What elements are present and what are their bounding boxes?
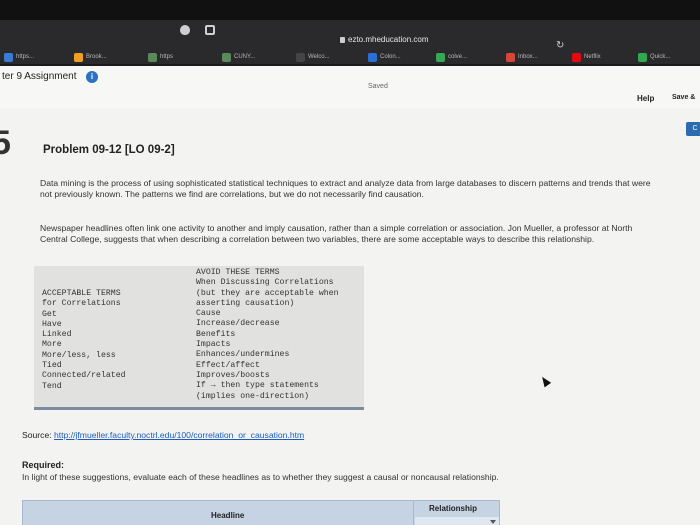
avoid-term: Improves/boosts	[196, 370, 270, 380]
source-label: Source:	[22, 430, 55, 440]
bookmark-label: Inbox...	[518, 54, 538, 60]
bookmark-label: colve...	[448, 54, 468, 60]
avoid-term: Impacts	[196, 340, 231, 350]
avoid-term: Benefits	[196, 329, 236, 339]
bookmark-label: Netflix	[584, 54, 601, 60]
bookmark-favicon-icon	[506, 52, 515, 62]
relationship-dropdown[interactable]	[415, 517, 499, 525]
context-paragraph: Newspaper headlines often link one activ…	[40, 223, 633, 244]
headline-column-header: Headline	[211, 511, 245, 520]
bookmark-favicon-icon	[296, 52, 305, 62]
avoid-term: Enhances/undermines	[196, 350, 290, 360]
side-button[interactable]: C	[686, 122, 700, 136]
avoid-term: If → then type statements	[196, 381, 319, 391]
avoid-term: (implies one-direction)	[196, 391, 310, 401]
acceptable-term: Get	[42, 309, 57, 319]
bookmark-item[interactable]: Colon...	[368, 50, 401, 64]
table-divider	[34, 407, 364, 410]
avoid-header: AVOID THESE TERMS	[196, 268, 280, 277]
bookmark-item[interactable]: Quick...	[638, 50, 670, 64]
mouse-cursor-icon	[538, 374, 552, 388]
intro-paragraph: Data mining is the process of using soph…	[40, 178, 651, 199]
acceptable-term: Linked	[42, 330, 72, 340]
bookmark-label: Brook...	[86, 54, 107, 60]
avoid-terms-column: AVOID THESE TERMS When Discussing Correl…	[196, 268, 339, 402]
bookmark-item[interactable]: https	[148, 50, 173, 64]
avoid-header: asserting causation)	[196, 298, 295, 308]
bookmark-label: https...	[16, 54, 35, 60]
system-bar	[0, 0, 700, 20]
bookmark-item[interactable]: Welco...	[296, 50, 330, 64]
bookmark-label: Colon...	[380, 54, 401, 60]
answer-table: Headline Relationship	[22, 500, 500, 525]
bookmark-item[interactable]: colve...	[436, 50, 467, 64]
acceptable-term: Have	[42, 319, 62, 329]
acceptable-header: ACCEPTABLE TERMS	[42, 289, 121, 298]
save-exit-button[interactable]: Save &	[672, 94, 695, 101]
help-link[interactable]: Help	[637, 94, 654, 103]
lock-icon	[340, 37, 345, 43]
bookmark-favicon-icon	[368, 52, 377, 62]
source-link[interactable]: http://jfmueller.faculty.noctrl.edu/100/…	[54, 430, 304, 440]
avoid-header: When Discussing Correlations	[196, 278, 334, 288]
acceptable-term: More/less, less	[42, 350, 116, 360]
assignment-header: ter 9 Assignment i Saved Help Save &	[0, 66, 700, 108]
acceptable-terms-column: ACCEPTABLE TERMS for Correlations Get Ha…	[42, 289, 126, 392]
required-label: Required:	[22, 460, 65, 470]
bookmark-favicon-icon	[74, 52, 83, 62]
info-icon[interactable]: i	[86, 71, 98, 83]
bookmark-favicon-icon	[436, 52, 445, 62]
acceptable-term: Connected/related	[42, 371, 126, 381]
saved-status: Saved	[368, 83, 388, 90]
browser-chrome: ezto.mheducation.com ↻ https... Brook... h…	[0, 0, 700, 64]
chevron-down-icon	[490, 520, 496, 524]
address-text: ezto.mheducation.com	[348, 35, 429, 44]
required-text: In light of these suggestions, evaluate …	[22, 472, 499, 482]
acceptable-header: for Correlations	[42, 299, 121, 309]
bookmark-item[interactable]: CUNY...	[222, 50, 255, 64]
bookmark-favicon-icon	[4, 52, 13, 62]
avoid-term: Cause	[196, 309, 221, 319]
assignment-title: ter 9 Assignment	[2, 71, 77, 82]
bookmarks-bar: https... Brook... https CUNY... Welco... Colo…	[0, 50, 700, 66]
avoid-header: (but they are acceptable when	[196, 288, 339, 298]
acceptable-term: Tied	[42, 361, 62, 371]
bookmark-favicon-icon	[222, 52, 231, 62]
acceptable-term: More	[42, 340, 62, 350]
bookmark-label: Welco...	[308, 54, 330, 60]
avoid-term: Effect/affect	[196, 360, 260, 370]
bookmark-favicon-icon	[572, 52, 581, 62]
question-number: 5	[0, 124, 11, 162]
bookmark-label: CUNY...	[234, 54, 256, 60]
bookmark-label: https	[160, 54, 174, 60]
tab-overview-icon[interactable]	[205, 25, 215, 35]
bookmark-item[interactable]: Inbox...	[506, 50, 538, 64]
source-line: Source: http://jfmueller.faculty.noctrl.…	[22, 430, 304, 440]
page-content: ter 9 Assignment i Saved Help Save & C 5…	[0, 66, 700, 525]
relationship-column-header: Relationship	[429, 504, 478, 513]
acceptable-term: Tend	[42, 381, 62, 391]
shield-icon[interactable]	[180, 25, 190, 35]
bookmark-item[interactable]: Brook...	[74, 50, 107, 64]
column-divider	[413, 501, 414, 525]
problem-title: Problem 09-12 [LO 09-2]	[43, 144, 175, 156]
bookmark-favicon-icon	[638, 52, 647, 62]
avoid-term: Increase/decrease	[196, 319, 280, 329]
bookmark-item[interactable]: Netflix	[572, 50, 601, 64]
bookmark-favicon-icon	[148, 52, 157, 62]
terms-table: ACCEPTABLE TERMS for Correlations Get Ha…	[34, 266, 364, 410]
address-bar[interactable]: ezto.mheducation.com	[340, 35, 429, 44]
bookmark-label: Quick...	[650, 54, 671, 60]
bookmark-item[interactable]: https...	[4, 50, 34, 64]
